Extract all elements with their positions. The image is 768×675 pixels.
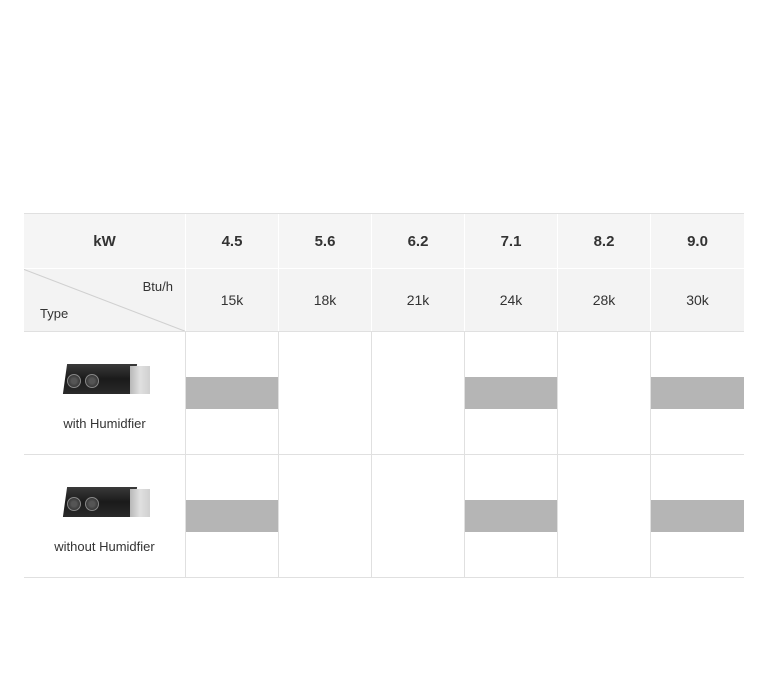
availability-cell [651,332,744,454]
btu-value-cell: 21k [372,269,465,331]
product-unit-icon [55,479,155,529]
product-label: with Humidfier [63,416,145,431]
capacity-table: kW 4.5 5.6 6.2 7.1 8.2 9.0 Btu/h Type 15… [24,213,744,578]
availability-cell [372,455,465,577]
availability-cell [558,455,651,577]
kw-label-cell: kW [24,214,186,268]
availability-indicator [465,377,557,409]
product-label: without Humidfier [54,539,154,554]
availability-indicator [186,500,278,532]
kw-value-cell: 8.2 [558,214,651,268]
table-row: with Humidfier [24,332,744,455]
availability-cell [279,332,372,454]
btu-label: Btu/h [143,279,173,294]
availability-indicator [651,500,744,532]
availability-cell [465,455,558,577]
availability-cell [372,332,465,454]
product-type-cell: without Humidfier [24,455,186,577]
kw-value-cell: 4.5 [186,214,279,268]
kw-header-row: kW 4.5 5.6 6.2 7.1 8.2 9.0 [24,214,744,269]
availability-indicator [651,377,744,409]
availability-cell [279,455,372,577]
btu-header-row: Btu/h Type 15k 18k 21k 24k 28k 30k [24,269,744,332]
availability-cell [558,332,651,454]
kw-value-cell: 5.6 [279,214,372,268]
availability-indicator [465,500,557,532]
kw-value-cell: 9.0 [651,214,744,268]
type-label: Type [40,306,68,321]
availability-indicator [186,377,278,409]
product-unit-icon [55,356,155,406]
table-row: without Humidfier [24,455,744,578]
availability-cell [651,455,744,577]
btu-value-cell: 18k [279,269,372,331]
product-type-cell: with Humidfier [24,332,186,454]
kw-value-cell: 6.2 [372,214,465,268]
btu-value-cell: 30k [651,269,744,331]
availability-cell [465,332,558,454]
btu-value-cell: 24k [465,269,558,331]
type-btu-diagonal-cell: Btu/h Type [24,269,186,331]
availability-cell [186,455,279,577]
kw-value-cell: 7.1 [465,214,558,268]
btu-value-cell: 15k [186,269,279,331]
availability-cell [186,332,279,454]
btu-value-cell: 28k [558,269,651,331]
